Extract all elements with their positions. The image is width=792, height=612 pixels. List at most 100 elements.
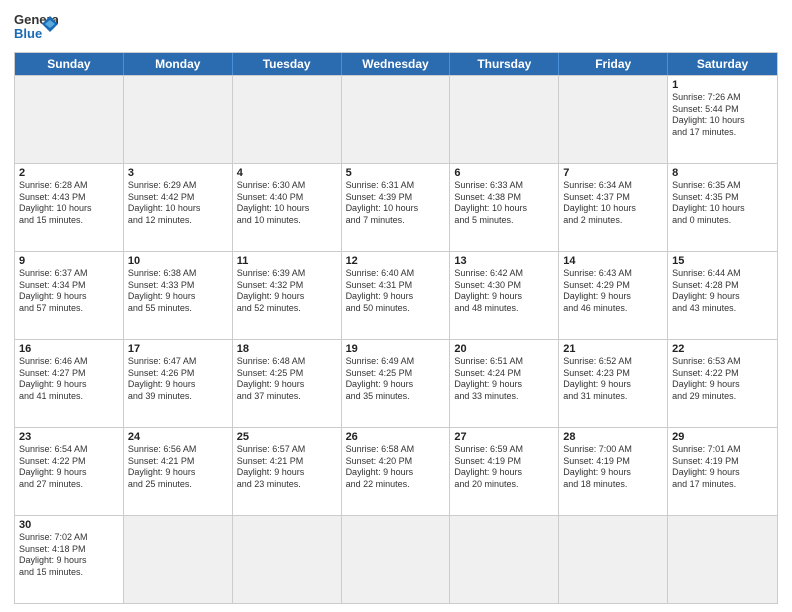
- cell-info: Sunrise: 6:33 AM Sunset: 4:38 PM Dayligh…: [454, 180, 554, 227]
- cell-info: Sunrise: 6:34 AM Sunset: 4:37 PM Dayligh…: [563, 180, 663, 227]
- calendar-cell: [450, 516, 559, 603]
- calendar-row-1: 1Sunrise: 7:26 AM Sunset: 5:44 PM Daylig…: [15, 75, 777, 163]
- calendar-cell: 27Sunrise: 6:59 AM Sunset: 4:19 PM Dayli…: [450, 428, 559, 515]
- cell-info: Sunrise: 6:57 AM Sunset: 4:21 PM Dayligh…: [237, 444, 337, 491]
- day-number: 6: [454, 167, 554, 179]
- day-number: 1: [672, 79, 773, 91]
- calendar-cell: 25Sunrise: 6:57 AM Sunset: 4:21 PM Dayli…: [233, 428, 342, 515]
- calendar-cell: 3Sunrise: 6:29 AM Sunset: 4:42 PM Daylig…: [124, 164, 233, 251]
- weekday-header-saturday: Saturday: [668, 53, 777, 75]
- calendar-row-3: 9Sunrise: 6:37 AM Sunset: 4:34 PM Daylig…: [15, 251, 777, 339]
- day-number: 19: [346, 343, 446, 355]
- cell-info: Sunrise: 6:35 AM Sunset: 4:35 PM Dayligh…: [672, 180, 773, 227]
- calendar-cell: 17Sunrise: 6:47 AM Sunset: 4:26 PM Dayli…: [124, 340, 233, 427]
- weekday-header-monday: Monday: [124, 53, 233, 75]
- calendar-cell: 26Sunrise: 6:58 AM Sunset: 4:20 PM Dayli…: [342, 428, 451, 515]
- calendar-cell: [124, 516, 233, 603]
- cell-info: Sunrise: 6:37 AM Sunset: 4:34 PM Dayligh…: [19, 268, 119, 315]
- cell-info: Sunrise: 6:52 AM Sunset: 4:23 PM Dayligh…: [563, 356, 663, 403]
- calendar-cell: 12Sunrise: 6:40 AM Sunset: 4:31 PM Dayli…: [342, 252, 451, 339]
- cell-info: Sunrise: 6:49 AM Sunset: 4:25 PM Dayligh…: [346, 356, 446, 403]
- cell-info: Sunrise: 6:59 AM Sunset: 4:19 PM Dayligh…: [454, 444, 554, 491]
- day-number: 11: [237, 255, 337, 267]
- logo-area: General Blue: [14, 10, 58, 46]
- calendar-cell: 18Sunrise: 6:48 AM Sunset: 4:25 PM Dayli…: [233, 340, 342, 427]
- weekday-header-thursday: Thursday: [450, 53, 559, 75]
- calendar-cell: 16Sunrise: 6:46 AM Sunset: 4:27 PM Dayli…: [15, 340, 124, 427]
- calendar-cell: 5Sunrise: 6:31 AM Sunset: 4:39 PM Daylig…: [342, 164, 451, 251]
- calendar-cell: [559, 76, 668, 163]
- weekday-header-sunday: Sunday: [15, 53, 124, 75]
- logo-wrapper: General Blue: [14, 10, 58, 46]
- cell-info: Sunrise: 6:29 AM Sunset: 4:42 PM Dayligh…: [128, 180, 228, 227]
- day-number: 20: [454, 343, 554, 355]
- cell-info: Sunrise: 7:00 AM Sunset: 4:19 PM Dayligh…: [563, 444, 663, 491]
- day-number: 26: [346, 431, 446, 443]
- calendar-cell: 2Sunrise: 6:28 AM Sunset: 4:43 PM Daylig…: [15, 164, 124, 251]
- cell-info: Sunrise: 6:54 AM Sunset: 4:22 PM Dayligh…: [19, 444, 119, 491]
- cell-info: Sunrise: 6:30 AM Sunset: 4:40 PM Dayligh…: [237, 180, 337, 227]
- svg-text:Blue: Blue: [14, 26, 42, 41]
- page: General Blue SundayMondayTuesdayWednesda…: [0, 0, 792, 612]
- cell-info: Sunrise: 6:28 AM Sunset: 4:43 PM Dayligh…: [19, 180, 119, 227]
- cell-info: Sunrise: 6:38 AM Sunset: 4:33 PM Dayligh…: [128, 268, 228, 315]
- day-number: 4: [237, 167, 337, 179]
- calendar-cell: [233, 76, 342, 163]
- day-number: 17: [128, 343, 228, 355]
- calendar-cell: [233, 516, 342, 603]
- day-number: 12: [346, 255, 446, 267]
- calendar-row-2: 2Sunrise: 6:28 AM Sunset: 4:43 PM Daylig…: [15, 163, 777, 251]
- calendar-row-4: 16Sunrise: 6:46 AM Sunset: 4:27 PM Dayli…: [15, 339, 777, 427]
- cell-info: Sunrise: 6:46 AM Sunset: 4:27 PM Dayligh…: [19, 356, 119, 403]
- calendar-header: SundayMondayTuesdayWednesdayThursdayFrid…: [15, 53, 777, 75]
- calendar-cell: 11Sunrise: 6:39 AM Sunset: 4:32 PM Dayli…: [233, 252, 342, 339]
- calendar-cell: [15, 76, 124, 163]
- cell-info: Sunrise: 6:53 AM Sunset: 4:22 PM Dayligh…: [672, 356, 773, 403]
- cell-info: Sunrise: 7:26 AM Sunset: 5:44 PM Dayligh…: [672, 92, 773, 139]
- calendar-cell: [124, 76, 233, 163]
- calendar-cell: [342, 516, 451, 603]
- weekday-header-friday: Friday: [559, 53, 668, 75]
- calendar-cell: 23Sunrise: 6:54 AM Sunset: 4:22 PM Dayli…: [15, 428, 124, 515]
- cell-info: Sunrise: 6:42 AM Sunset: 4:30 PM Dayligh…: [454, 268, 554, 315]
- day-number: 28: [563, 431, 663, 443]
- calendar-cell: [450, 76, 559, 163]
- calendar-cell: 9Sunrise: 6:37 AM Sunset: 4:34 PM Daylig…: [15, 252, 124, 339]
- day-number: 30: [19, 519, 119, 531]
- calendar-cell: 13Sunrise: 6:42 AM Sunset: 4:30 PM Dayli…: [450, 252, 559, 339]
- cell-info: Sunrise: 6:51 AM Sunset: 4:24 PM Dayligh…: [454, 356, 554, 403]
- day-number: 13: [454, 255, 554, 267]
- day-number: 22: [672, 343, 773, 355]
- day-number: 9: [19, 255, 119, 267]
- day-number: 16: [19, 343, 119, 355]
- day-number: 8: [672, 167, 773, 179]
- calendar-cell: [342, 76, 451, 163]
- calendar-row-6: 30Sunrise: 7:02 AM Sunset: 4:18 PM Dayli…: [15, 515, 777, 603]
- calendar-row-5: 23Sunrise: 6:54 AM Sunset: 4:22 PM Dayli…: [15, 427, 777, 515]
- cell-info: Sunrise: 7:02 AM Sunset: 4:18 PM Dayligh…: [19, 532, 119, 579]
- cell-info: Sunrise: 6:40 AM Sunset: 4:31 PM Dayligh…: [346, 268, 446, 315]
- day-number: 21: [563, 343, 663, 355]
- day-number: 5: [346, 167, 446, 179]
- cell-info: Sunrise: 6:48 AM Sunset: 4:25 PM Dayligh…: [237, 356, 337, 403]
- calendar-cell: 4Sunrise: 6:30 AM Sunset: 4:40 PM Daylig…: [233, 164, 342, 251]
- day-number: 14: [563, 255, 663, 267]
- logo-icon: General Blue: [14, 10, 58, 46]
- calendar-cell: 1Sunrise: 7:26 AM Sunset: 5:44 PM Daylig…: [668, 76, 777, 163]
- calendar-cell: 21Sunrise: 6:52 AM Sunset: 4:23 PM Dayli…: [559, 340, 668, 427]
- day-number: 29: [672, 431, 773, 443]
- calendar-cell: 22Sunrise: 6:53 AM Sunset: 4:22 PM Dayli…: [668, 340, 777, 427]
- calendar-cell: 8Sunrise: 6:35 AM Sunset: 4:35 PM Daylig…: [668, 164, 777, 251]
- calendar-cell: 10Sunrise: 6:38 AM Sunset: 4:33 PM Dayli…: [124, 252, 233, 339]
- header: General Blue: [14, 10, 778, 46]
- day-number: 3: [128, 167, 228, 179]
- day-number: 2: [19, 167, 119, 179]
- day-number: 15: [672, 255, 773, 267]
- cell-info: Sunrise: 6:44 AM Sunset: 4:28 PM Dayligh…: [672, 268, 773, 315]
- day-number: 25: [237, 431, 337, 443]
- calendar-cell: 30Sunrise: 7:02 AM Sunset: 4:18 PM Dayli…: [15, 516, 124, 603]
- cell-info: Sunrise: 6:58 AM Sunset: 4:20 PM Dayligh…: [346, 444, 446, 491]
- cell-info: Sunrise: 6:31 AM Sunset: 4:39 PM Dayligh…: [346, 180, 446, 227]
- day-number: 27: [454, 431, 554, 443]
- calendar-body: 1Sunrise: 7:26 AM Sunset: 5:44 PM Daylig…: [15, 75, 777, 603]
